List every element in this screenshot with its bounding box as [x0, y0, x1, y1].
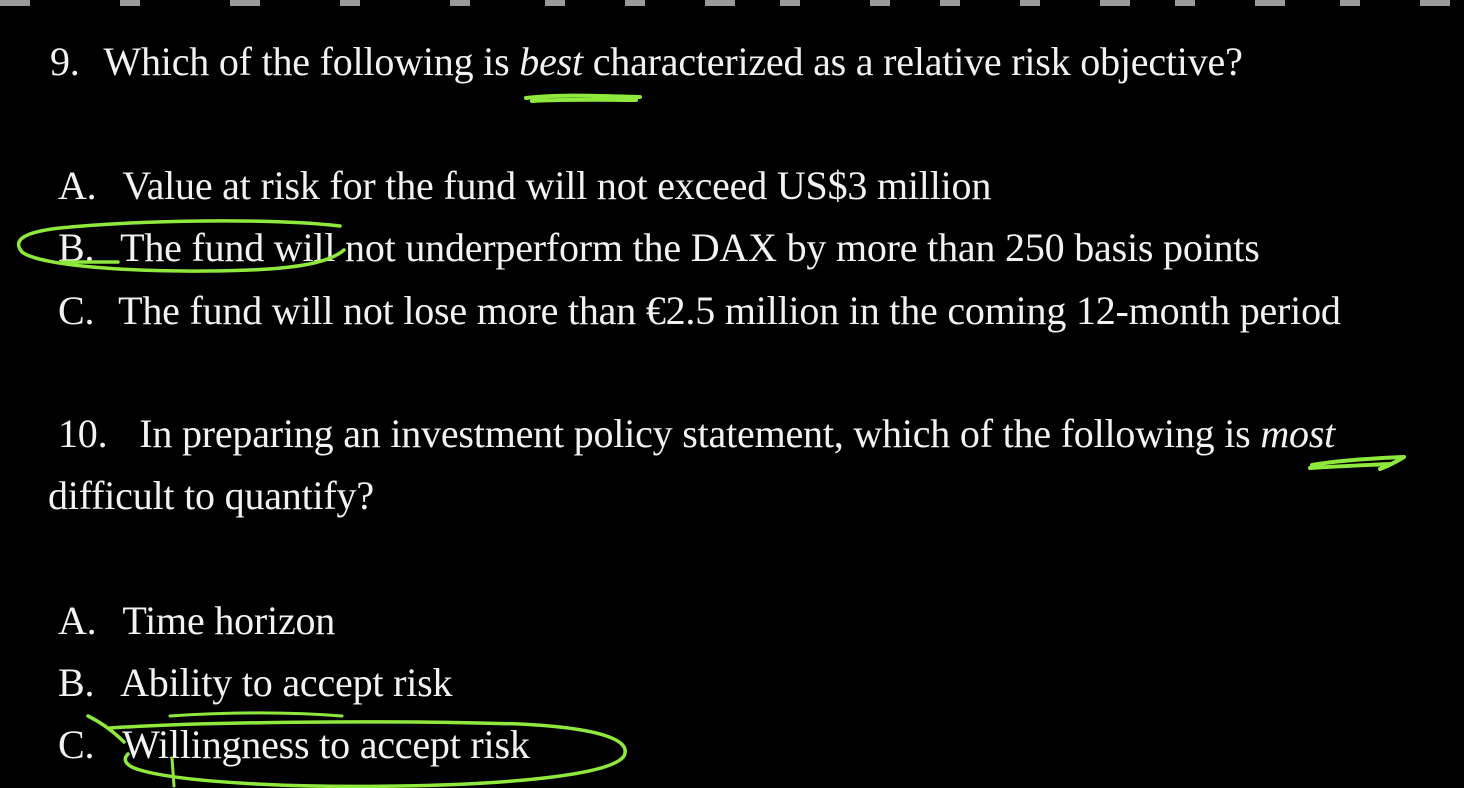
question-9-option-b: B. The fund will not underperform the DA…: [58, 224, 1260, 272]
underline-most-stroke: [1308, 455, 1406, 471]
option-letter: C.: [58, 288, 95, 333]
top-edge-strip: [0, 0, 1464, 6]
underline-ability-stroke: [168, 711, 344, 718]
option-text: Value at risk for the fund will not exce…: [122, 163, 992, 208]
question-9-option-a: A. Value at risk for the fund will not e…: [58, 162, 991, 210]
question-10-number: 10.: [58, 411, 108, 456]
option-text: Ability to accept risk: [120, 660, 453, 705]
question-10-option-c: C. Willingness to accept risk: [58, 721, 530, 769]
option-text: The fund will not underperform the DAX b…: [120, 225, 1260, 270]
question-10-option-a: A. Time horizon: [58, 597, 335, 645]
option-text: Time horizon: [122, 598, 336, 643]
question-9-text-after: characterized as a relative risk objecti…: [592, 39, 1243, 84]
question-10-option-b: B. Ability to accept risk: [58, 659, 452, 707]
option-text: Willingness to accept risk: [122, 722, 530, 767]
option-letter: B.: [58, 225, 95, 270]
option-letter: B.: [58, 660, 95, 705]
question-9-number: 9.: [50, 39, 80, 84]
question-9-stem: 9. Which of the following is best charac…: [50, 38, 1243, 86]
question-10-emphasis: most: [1260, 411, 1336, 456]
option-letter: C.: [58, 722, 95, 767]
question-9-option-c: C. The fund will not lose more than €2.5…: [58, 287, 1341, 335]
question-10-stem-line-2: difficult to quantify?: [48, 473, 374, 518]
question-9-emphasis: best: [519, 39, 583, 84]
option-letter: A.: [58, 163, 97, 208]
option-text: The fund will not lose more than €2.5 mi…: [118, 288, 1341, 333]
option-letter: A.: [58, 598, 97, 643]
question-10-text-before: In preparing an investment policy statem…: [139, 411, 1251, 456]
question-10-stem: 10. In preparing an investment policy st…: [58, 410, 1335, 458]
question-9-text-before: Which of the following is: [103, 39, 510, 84]
underline-best-stroke: [524, 93, 642, 103]
